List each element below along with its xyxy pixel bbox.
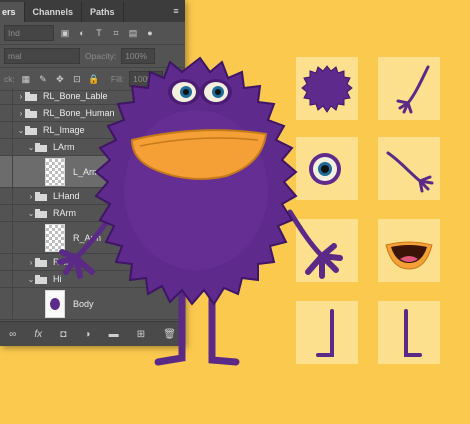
purple-monster-character xyxy=(57,56,343,366)
